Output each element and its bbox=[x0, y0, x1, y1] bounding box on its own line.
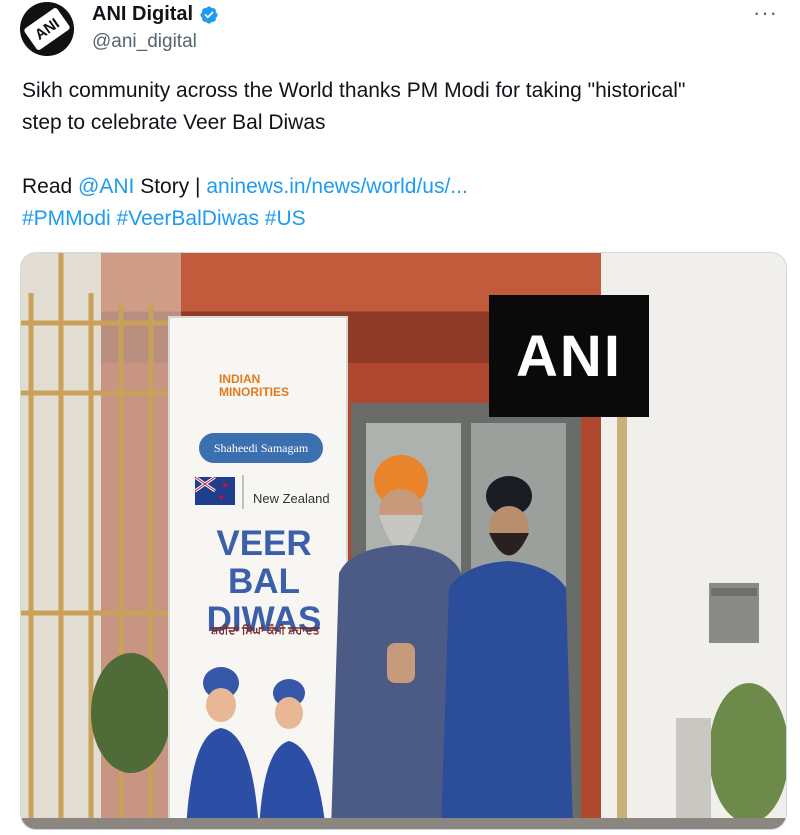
avatar-logo-text: ANI bbox=[23, 6, 71, 52]
tweet-line-1: Sikh community across the World thanks P… bbox=[22, 79, 686, 102]
banner-country: New Zealand bbox=[253, 491, 330, 506]
avatar[interactable]: ANI bbox=[20, 2, 74, 56]
hashtag-us[interactable]: #US bbox=[265, 207, 306, 230]
banner-org-line2: MINORITIES bbox=[219, 385, 290, 399]
banner-org-name: INDIAN MINORITIES bbox=[219, 373, 289, 399]
hashtag-veerbaldiwas[interactable]: #VeerBalDiwas bbox=[117, 207, 259, 230]
ani-watermark: ANI bbox=[489, 295, 649, 417]
tweet-text: Sikh community across the World thanks P… bbox=[22, 75, 792, 235]
author-display-name[interactable]: ANI Digital bbox=[92, 3, 193, 26]
hashtag-pmmodi[interactable]: #PMModi bbox=[22, 207, 111, 230]
mention-link[interactable]: @ANI bbox=[78, 175, 134, 198]
more-options-icon[interactable]: ··· bbox=[753, 0, 778, 26]
tweet-line-2: step to celebrate Veer Bal Diwas bbox=[22, 111, 326, 134]
article-link[interactable]: aninews.in/news/world/us/... bbox=[206, 175, 467, 198]
tweet-read-line: Read @ANI Story | aninews.in/news/world/… bbox=[22, 171, 792, 203]
banner-title-line1: VEER BAL bbox=[216, 524, 312, 601]
author-handle[interactable]: @ani_digital bbox=[92, 31, 197, 53]
banner-pill: Shaheedi Samagam bbox=[199, 433, 323, 463]
story-text: Story | bbox=[134, 175, 207, 198]
author-name-row: ANI Digital bbox=[92, 3, 219, 26]
read-prefix: Read bbox=[22, 175, 79, 198]
tweet-photo[interactable]: ANI INDIAN MINORITIES Shaheedi Samagam N… bbox=[20, 252, 787, 830]
hashtags-line: #PMModi #VeerBalDiwas #US bbox=[22, 203, 792, 235]
photo-scene bbox=[21, 253, 786, 829]
verified-badge-icon bbox=[200, 5, 218, 24]
banner-subtitle: ਸ਼ਹੀਦਾਂ ਸਿੰਘਾਂ ਕੌਮੀ ਸ਼ਹਾਦਤ bbox=[211, 625, 320, 637]
ani-watermark-text: ANI bbox=[516, 323, 622, 389]
banner-title: VEER BAL DIWAS bbox=[189, 525, 339, 639]
